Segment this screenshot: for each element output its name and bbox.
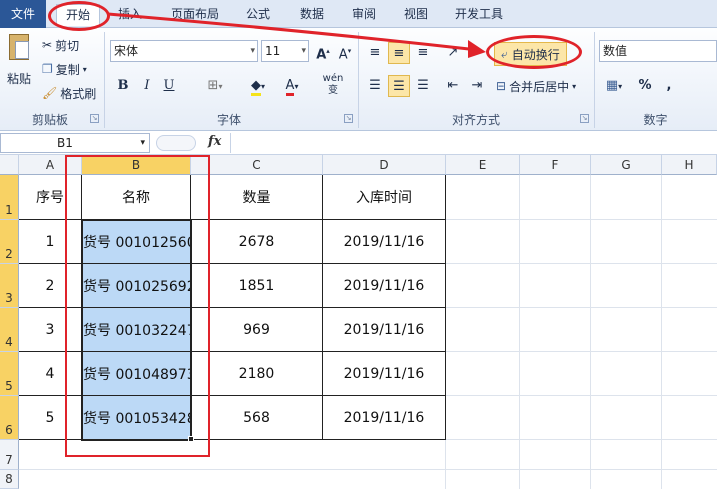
annotation-rect-column-b xyxy=(65,155,210,457)
